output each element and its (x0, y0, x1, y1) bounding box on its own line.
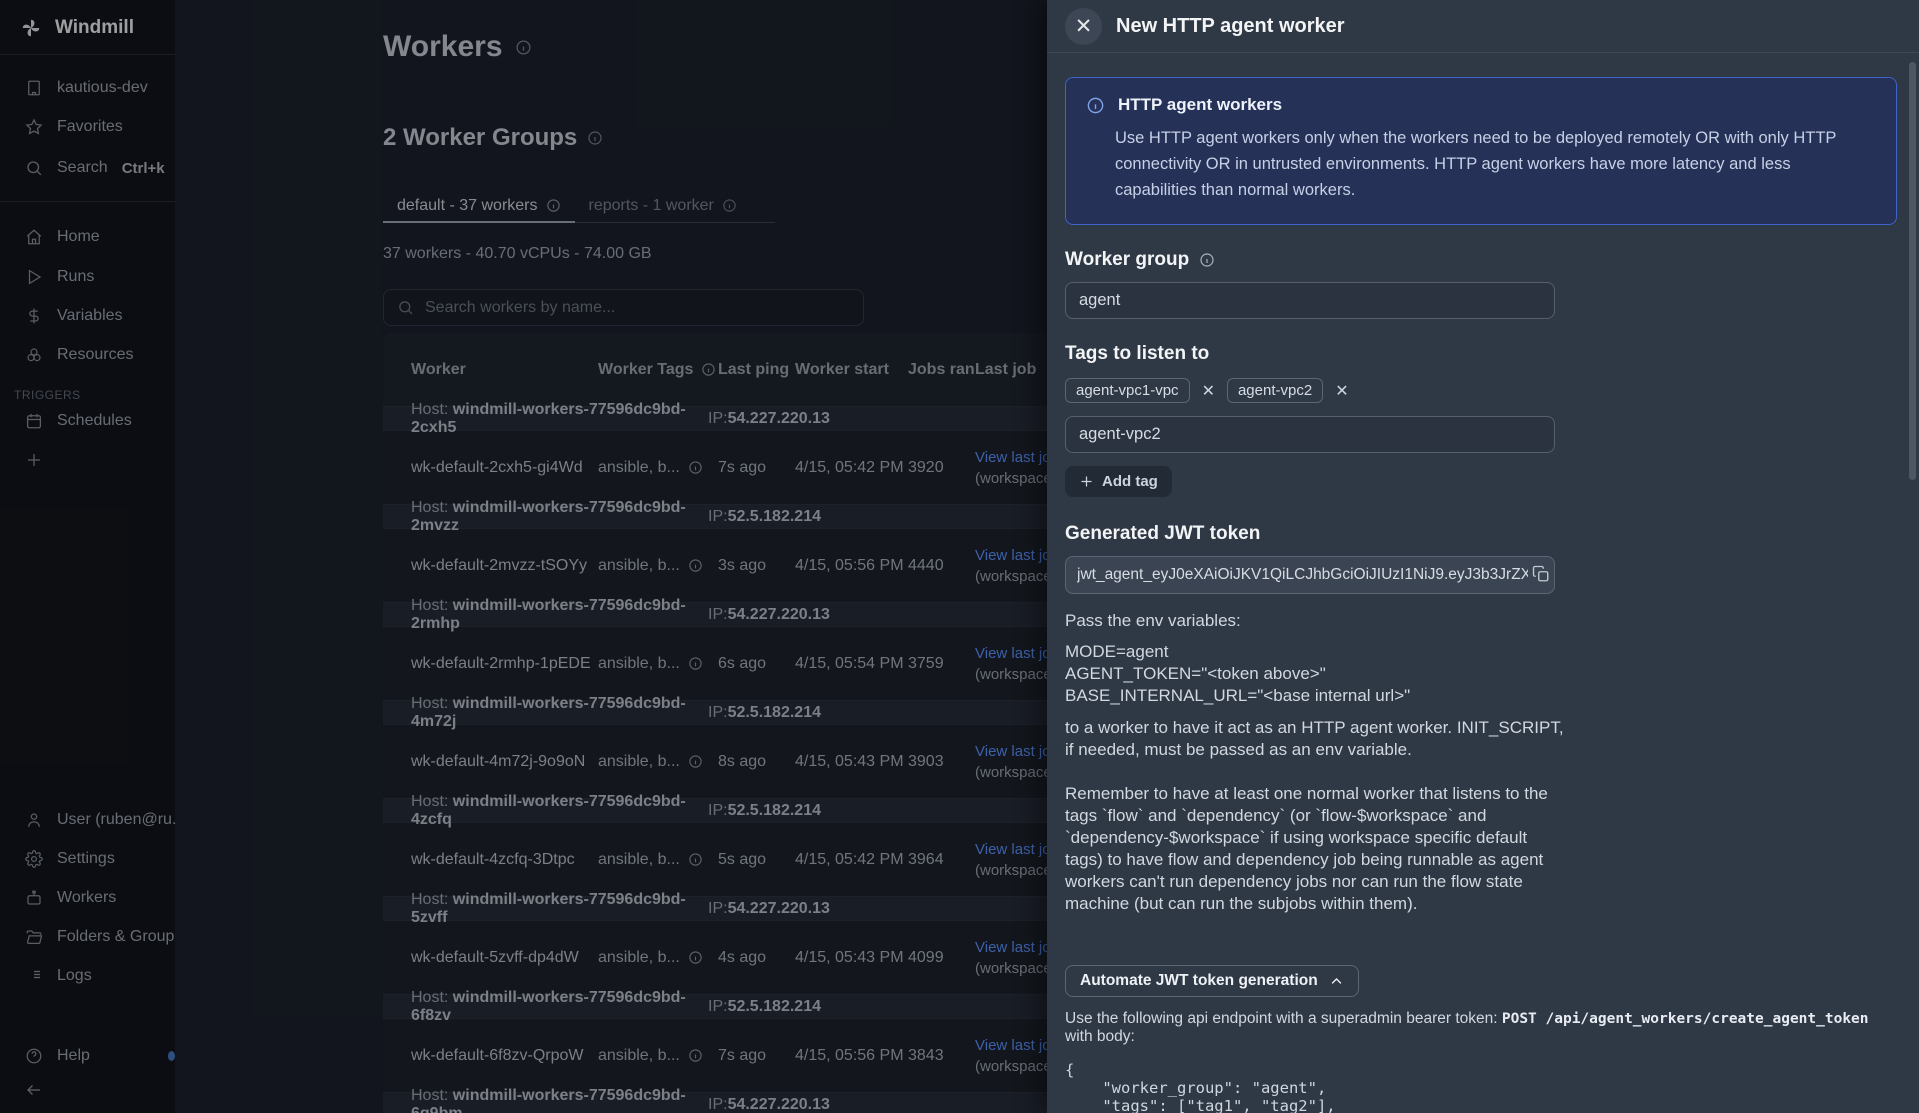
add-tag-button[interactable]: Add tag (1065, 466, 1172, 497)
worker-group-input[interactable] (1065, 282, 1555, 319)
remove-tag-icon[interactable]: ✕ (1200, 381, 1217, 401)
jwt-label: Generated JWT token (1065, 523, 1897, 545)
new-tag-input[interactable] (1065, 416, 1555, 453)
copy-icon[interactable] (1532, 565, 1550, 586)
drawer-scrollbar[interactable] (1909, 62, 1916, 480)
normal-worker-note: Remember to have at least one normal wor… (1065, 783, 1565, 915)
tags-label: Tags to listen to (1065, 343, 1897, 365)
http-agent-info-box: HTTP agent workers Use HTTP agent worker… (1065, 77, 1897, 225)
drawer-header: ✕ New HTTP agent worker (1047, 0, 1919, 53)
api-body-code-block: { "worker_group": "agent", "tags": ["tag… (1065, 1061, 1897, 1113)
env-variables: MODE=agent AGENT_TOKEN="<token above>" B… (1065, 641, 1565, 707)
automate-jwt-button[interactable]: Automate JWT token generation (1065, 965, 1359, 997)
tag-chip-list: agent-vpc1-vpc ✕ agent-vpc2 ✕ (1065, 378, 1897, 403)
remove-tag-icon[interactable]: ✕ (1333, 381, 1350, 401)
info-icon[interactable] (1199, 252, 1215, 268)
tag-chip: agent-vpc2 (1227, 378, 1323, 403)
env-intro: Pass the env variables: (1065, 610, 1565, 632)
info-box-body: Use HTTP agent workers only when the wor… (1115, 125, 1876, 203)
info-icon (1086, 96, 1105, 115)
api-endpoint-code: POST /api/agent_workers/create_agent_tok… (1502, 1011, 1869, 1027)
plus-icon (1079, 474, 1094, 489)
api-endpoint-line: Use the following api endpoint with a su… (1065, 1010, 1897, 1046)
info-box-title: HTTP agent workers (1118, 95, 1282, 115)
agent-worker-note: to a worker to have it act as an HTTP ag… (1065, 717, 1565, 761)
new-http-agent-worker-drawer: ✕ New HTTP agent worker HTTP agent worke… (1047, 0, 1919, 1113)
close-icon[interactable]: ✕ (1065, 8, 1102, 45)
tag-chip: agent-vpc1-vpc (1065, 378, 1190, 403)
app-root: Windmill kautious-dev Favorites Search C… (0, 0, 1919, 1113)
jwt-token-input[interactable] (1065, 556, 1555, 594)
drawer-title: New HTTP agent worker (1116, 15, 1345, 38)
chevron-up-icon (1329, 974, 1344, 989)
worker-group-label: Worker group (1065, 249, 1897, 271)
